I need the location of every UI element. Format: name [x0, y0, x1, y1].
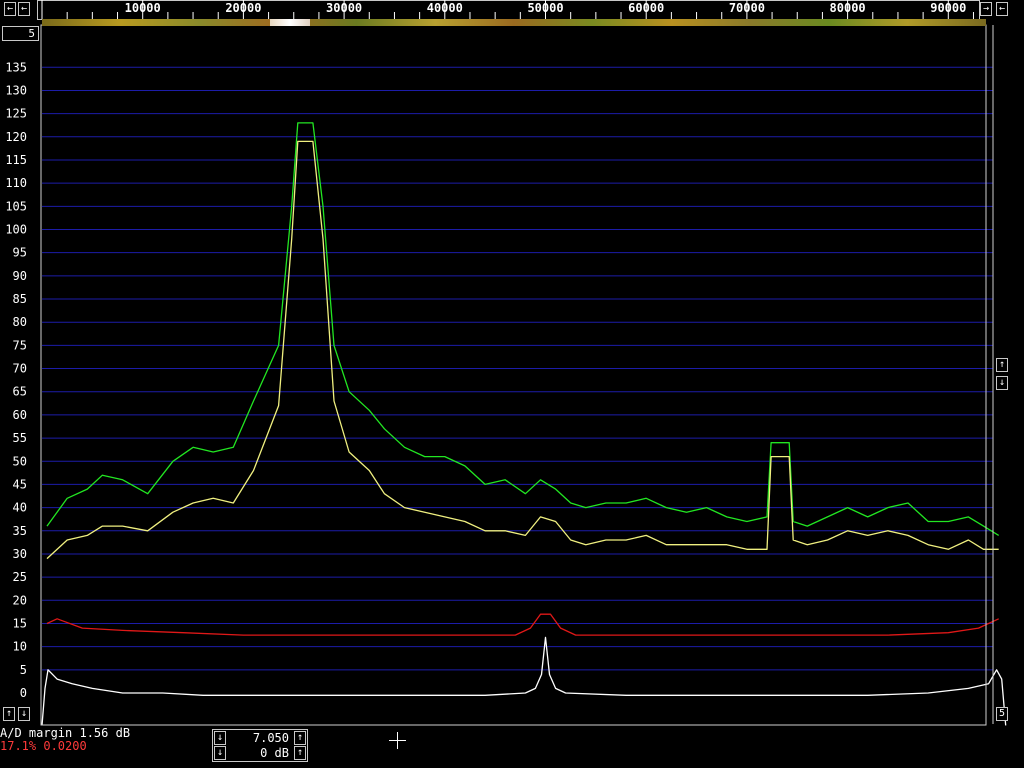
y-tick-label: 70 [13, 362, 27, 376]
scroll-left-button-3[interactable]: ← [996, 2, 1008, 16]
y-tick-label: 0 [20, 686, 27, 700]
x-tick-label: 60000 [628, 1, 664, 15]
scale-up-button[interactable]: ↑ [3, 707, 15, 721]
value-readout: 7.050 [252, 731, 289, 745]
x-tick-label: 50000 [527, 1, 563, 15]
y-tick-label: 5 [20, 663, 27, 677]
up-arrow-icon: ↑ [5, 708, 13, 719]
y-tick-label: 25 [13, 570, 27, 584]
value-down-button[interactable]: ↓ [214, 731, 226, 745]
right-arrow-icon: → [982, 3, 990, 14]
y-tick-label: 120 [5, 130, 27, 144]
value-box: ↓ ↑ ↓ ↑ 7.050 0 dB [212, 729, 308, 762]
up-arrow-icon: ↑ [998, 359, 1006, 370]
grid-lines [42, 66, 993, 671]
crosshair-cursor-icon [389, 732, 406, 749]
x-tick-label: 40000 [427, 1, 463, 15]
down-arrow-icon: ↓ [216, 747, 224, 758]
ad-margin-text: A/D margin 1.56 dB [0, 726, 131, 740]
x-tick-label: 90000 [930, 1, 966, 15]
scroll-right-button[interactable]: → [980, 2, 992, 16]
x-tick-label: 70000 [729, 1, 765, 15]
corner-label: 5 [28, 27, 35, 40]
y-tick-label: 115 [5, 153, 27, 167]
y-tick-label: 40 [13, 501, 27, 515]
waterfall-strip [42, 19, 986, 26]
status-panel: A/D margin 1.56 dB 17.1% 0.0200 [0, 727, 130, 753]
scale-down-button[interactable]: ↓ [18, 707, 30, 721]
gain-down-button[interactable]: ↓ [996, 376, 1008, 390]
bottom-right-label: 5 [998, 708, 1006, 719]
left-arrow-icon: ← [6, 3, 14, 14]
y-tick-label: 130 [5, 83, 27, 97]
frequency-ruler: 10000 20000 30000 40000 50000 60000 70000 80000… [37, 0, 980, 20]
spectrum-chart: 0510152025303540455055606570758085909510… [5, 24, 1007, 726]
y-tick-label: 35 [13, 524, 27, 538]
left-arrow-icon: ← [20, 3, 28, 14]
up-arrow-icon: ↑ [296, 732, 304, 743]
x-tick-label: 80000 [830, 1, 866, 15]
y-tick-label: 100 [5, 223, 27, 237]
averaging-button[interactable]: 5 [2, 26, 39, 41]
y-tick-label: 10 [13, 640, 27, 654]
y-tick-label: 135 [5, 60, 27, 74]
y-tick-label: 65 [13, 385, 27, 399]
y-tick-label: 110 [5, 176, 27, 190]
series-line-4 [41, 636, 1007, 726]
y-tick-label: 55 [13, 431, 27, 445]
series-layer [41, 122, 1007, 726]
y-tick-label: 85 [13, 292, 27, 306]
series-line-1 [46, 122, 1000, 536]
y-tick-label: 50 [13, 454, 27, 468]
up-arrow-icon: ↑ [296, 747, 304, 758]
y-tick-label: 30 [13, 547, 27, 561]
down-arrow-icon: ↓ [998, 377, 1006, 388]
gain-up-button[interactable]: ↑ [996, 358, 1008, 372]
db-readout: 0 dB [260, 746, 289, 760]
scroll-left-button[interactable]: ← [4, 2, 16, 16]
y-axis-labels: 0 5 10 15 20 25 30 35 40 45 50 55 60 65 70 75 80 85 90 95 10… [5, 60, 27, 700]
y-tick-label: 90 [13, 269, 27, 283]
y-tick-label: 75 [13, 338, 27, 352]
value-up-button[interactable]: ↑ [294, 731, 306, 745]
percent-text: 17.1% 0.0200 [0, 739, 87, 753]
x-tick-label: 30000 [326, 1, 362, 15]
down-arrow-icon: ↓ [20, 708, 28, 719]
y-tick-label: 15 [13, 616, 27, 630]
y-tick-label: 95 [13, 246, 27, 260]
x-tick-label: 10000 [125, 1, 161, 15]
series-line-2 [46, 140, 999, 560]
db-down-button[interactable]: ↓ [214, 746, 226, 760]
x-tick-label: 20000 [225, 1, 261, 15]
y-tick-label: 80 [13, 315, 27, 329]
bottom-right-button[interactable]: 5 [996, 707, 1008, 721]
down-arrow-icon: ↓ [216, 732, 224, 743]
left-arrow-icon: ← [998, 3, 1006, 14]
y-tick-label: 125 [5, 107, 27, 121]
scroll-left-button-2[interactable]: ← [18, 2, 30, 16]
series-line-3 [46, 613, 999, 636]
y-tick-label: 45 [13, 477, 27, 491]
y-tick-label: 105 [5, 199, 27, 213]
db-up-button[interactable]: ↑ [294, 746, 306, 760]
y-tick-label: 20 [13, 593, 27, 607]
y-tick-label: 60 [13, 408, 27, 422]
